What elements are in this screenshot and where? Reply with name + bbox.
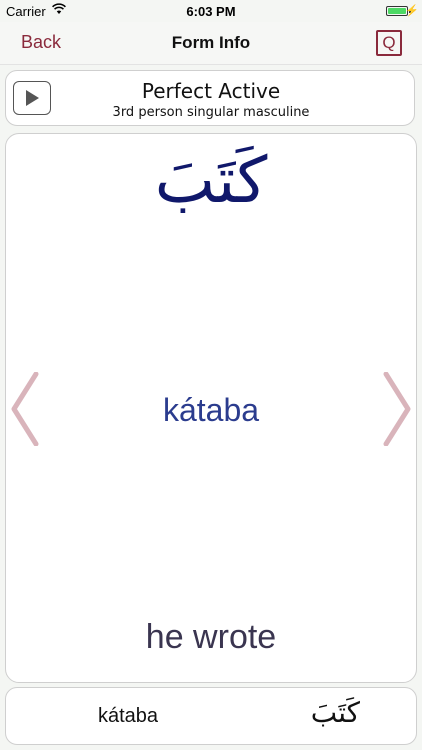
status-bar: Carrier 6:03 PM ⚡ [0,0,422,22]
summary-card[interactable]: kátaba كَتَبَ [5,687,417,745]
form-subtitle: 3rd person singular masculine [112,105,310,120]
page-title: Form Info [171,33,251,52]
form-header-card: Perfect Active 3rd person singular mascu… [5,70,415,126]
word-card: كَتَبَ kátaba he wrote [5,133,417,683]
charging-bolt-icon: ⚡ [405,5,419,17]
transliteration: kátaba [162,392,260,428]
footer-arabic-word: كَتَبَ [310,696,360,729]
navigation-bar: Back Form Info Q [0,22,422,65]
form-title: Perfect Active [141,79,281,103]
chevron-right-icon[interactable] [382,372,412,446]
quiz-button[interactable]: Q [376,30,402,56]
footer-transliteration: kátaba [98,705,159,727]
battery-fill [388,8,406,14]
arabic-word: كَتَبَ [154,144,268,218]
status-time: 6:03 PM [186,4,236,19]
translation: he wrote [145,618,277,656]
chevron-left-icon[interactable] [10,372,40,446]
